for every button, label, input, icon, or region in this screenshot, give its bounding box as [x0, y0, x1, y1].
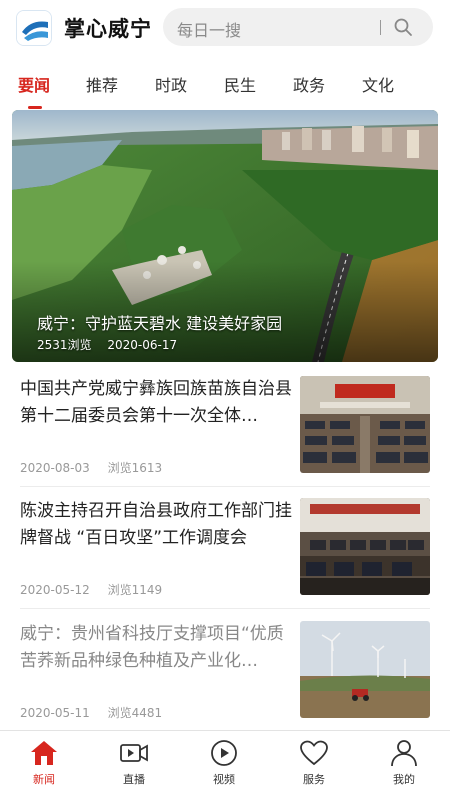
play-circle-icon	[194, 739, 254, 767]
list-item[interactable]: 中国共产党威宁彝族回族苗族自治县第十二届委员会第十一次全体… 2020-08-0…	[0, 372, 450, 492]
divider	[20, 486, 430, 487]
tab-recommended[interactable]: 推荐	[86, 72, 118, 96]
news-meta: 2020-08-03 浏览1613	[20, 459, 176, 476]
tab-culture[interactable]: 文化	[362, 72, 394, 96]
bottom-nav: 新闻 直播 视频 服务 我的	[0, 730, 450, 800]
tab-politics[interactable]: 时政	[155, 72, 187, 96]
news-views: 浏览4481	[107, 706, 163, 720]
app-header: 掌心威宁 每日一搜	[0, 0, 450, 56]
nav-label: 直播	[123, 773, 145, 786]
nav-profile[interactable]: 我的	[374, 739, 434, 799]
home-icon	[14, 739, 74, 767]
nav-video[interactable]: 视频	[194, 739, 254, 799]
search-divider	[380, 20, 381, 35]
nav-label: 新闻	[33, 773, 55, 786]
nav-label: 我的	[393, 773, 415, 786]
category-tabs: 要闻 推荐 时政 民生 政务 文化	[0, 62, 450, 109]
app-logo[interactable]	[16, 10, 52, 46]
hero-meta: 2531浏览 2020-06-17	[37, 336, 189, 353]
news-thumbnail	[300, 498, 430, 595]
hero-date: 2020-06-17	[107, 338, 178, 352]
news-thumbnail	[300, 621, 430, 718]
search-input[interactable]: 每日一搜	[177, 17, 241, 41]
hero-views: 2531浏览	[37, 338, 92, 352]
nav-service[interactable]: 服务	[284, 739, 344, 799]
news-meta: 2020-05-11 浏览4481	[20, 704, 176, 721]
search-bar[interactable]: 每日一搜	[163, 8, 433, 46]
divider	[20, 608, 430, 609]
search-icon[interactable]	[393, 17, 413, 37]
tab-livelihood[interactable]: 民生	[224, 72, 256, 96]
news-date: 2020-08-03	[20, 461, 90, 475]
news-title: 中国共产党威宁彝族回族苗族自治县第十二届委员会第十一次全体…	[20, 379, 292, 426]
nav-live[interactable]: 直播	[104, 739, 164, 799]
list-item[interactable]: 陈波主持召开自治县政府工作部门挂牌督战 “百日攻坚”工作调度会 2020-05-…	[0, 494, 450, 614]
list-item[interactable]: 威宁：贵州省科技厅支撑项目“优质苦荞新品种绿色种植及产业化… 2020-05-1…	[0, 617, 450, 737]
news-thumbnail	[300, 376, 430, 473]
tab-headlines[interactable]: 要闻	[18, 72, 50, 96]
hero-banner[interactable]: 威宁：守护蓝天碧水 建设美好家园 2531浏览 2020-06-17	[12, 110, 438, 362]
nav-label: 服务	[303, 773, 325, 786]
active-tab-indicator	[28, 106, 42, 109]
nav-news[interactable]: 新闻	[14, 739, 74, 799]
tab-government[interactable]: 政务	[293, 72, 325, 96]
hero-title: 威宁：守护蓝天碧水 建设美好家园	[37, 314, 283, 333]
app-title: 掌心威宁	[64, 17, 152, 41]
person-icon	[374, 739, 434, 767]
heart-icon	[284, 739, 344, 767]
video-camera-icon	[104, 739, 164, 767]
news-title: 陈波主持召开自治县政府工作部门挂牌督战 “百日攻坚”工作调度会	[20, 501, 292, 548]
news-views: 浏览1613	[107, 461, 163, 475]
news-meta: 2020-05-12 浏览1149	[20, 581, 176, 598]
news-date: 2020-05-11	[20, 706, 90, 720]
news-views: 浏览1149	[107, 583, 163, 597]
news-date: 2020-05-12	[20, 583, 90, 597]
nav-label: 视频	[213, 773, 235, 786]
news-title: 威宁：贵州省科技厅支撑项目“优质苦荞新品种绿色种植及产业化…	[20, 624, 284, 671]
